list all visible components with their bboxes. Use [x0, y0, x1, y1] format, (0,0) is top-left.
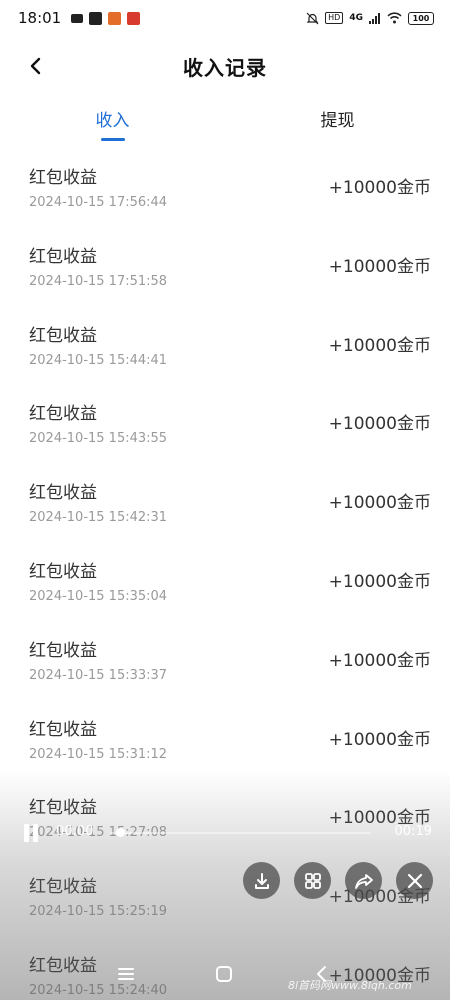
status-notification-icons: [71, 11, 141, 25]
share-button[interactable]: [345, 862, 382, 899]
income-record-row: 红包收益 2024-10-15 15:31:12 +10000金币: [0, 705, 450, 784]
home-button[interactable]: [210, 960, 238, 988]
close-icon: [407, 873, 422, 888]
network-type: 4G: [349, 13, 363, 23]
record-amount: +10000金币: [328, 335, 431, 356]
record-time: 2024-10-15 17:51:58: [29, 273, 168, 289]
status-time: 18:01: [18, 9, 62, 27]
record-time: 2024-10-15 15:43:55: [29, 431, 168, 447]
grid-button[interactable]: [294, 862, 331, 899]
app-notification-icon: [108, 11, 122, 25]
record-time: 2024-10-15 15:33:37: [29, 667, 168, 683]
progress-track[interactable]: [110, 832, 370, 834]
record-title: 红包收益: [29, 798, 97, 819]
download-icon: [254, 872, 269, 889]
record-amount: +10000金币: [328, 493, 431, 514]
record-time: 2024-10-15 17:56:44: [29, 195, 168, 210]
record-title: 红包收益: [29, 246, 97, 267]
recent-apps-button[interactable]: [112, 960, 140, 988]
status-system-icons: HD 4G 100: [306, 11, 434, 25]
progress-knob[interactable]: [116, 828, 125, 837]
record-title: 红包收益: [29, 483, 97, 504]
income-record-row: 红包收益 2024-10-15 17:56:44 +10000金币: [0, 153, 450, 232]
record-time: 2024-10-15 15:35:04: [29, 588, 168, 604]
tab-withdraw[interactable]: 提现: [225, 104, 450, 148]
pause-button[interactable]: [22, 822, 40, 844]
income-record-row: 红包收益 2024-10-15 15:44:41 +10000金币: [0, 311, 450, 390]
page-header: 收入记录: [0, 44, 450, 88]
current-time: 00:00: [56, 824, 94, 839]
battery-icon: 100: [408, 11, 434, 25]
income-record-row: 红包收益 2024-10-15 15:35:04 +10000金币: [0, 547, 450, 626]
income-record-row: 红包收益 2024-10-15 15:33:37 +10000金币: [0, 626, 450, 705]
status-bar: 18:01 HD 4G 100: [0, 0, 450, 36]
record-title: 红包收益: [29, 325, 97, 346]
player-actions: [243, 862, 433, 899]
income-record-row: 红包收益 2024-10-15 17:51:58 +10000金币: [0, 232, 450, 311]
record-amount: +10000金币: [328, 729, 431, 750]
tab-bar: 收入 提现: [0, 104, 450, 148]
signal-icon: [369, 12, 380, 24]
tab-label: 提现: [320, 111, 355, 131]
record-amount: +10000金币: [328, 571, 431, 592]
chevron-left-icon: [30, 57, 41, 75]
tab-label: 收入: [95, 111, 130, 131]
video-camera-icon: [71, 13, 84, 23]
share-icon: [354, 873, 373, 889]
home-square-icon: [216, 966, 232, 982]
grid-icon: [304, 872, 321, 889]
record-time: 2024-10-15 15:42:31: [29, 510, 168, 526]
app-notification-icon: [127, 11, 141, 25]
menu-icon: [118, 968, 134, 980]
active-tab-indicator: [100, 138, 125, 141]
app-notification-icon: [89, 11, 103, 25]
record-title: 红包收益: [29, 561, 97, 582]
record-title: 红包收益: [29, 168, 97, 188]
mute-bell-icon: [306, 12, 319, 24]
record-title: 红包收益: [29, 640, 97, 661]
record-time: 2024-10-15 15:44:41: [29, 352, 168, 368]
total-time: 00:19: [394, 824, 432, 839]
record-time: 2024-10-15 15:31:12: [29, 746, 168, 762]
record-title: 红包收益: [29, 404, 97, 425]
record-title: 红包收益: [29, 877, 97, 898]
record-amount: +10000金币: [328, 256, 431, 277]
hd-badge: HD: [325, 12, 344, 24]
record-amount: +10000金币: [328, 178, 431, 198]
close-button[interactable]: [396, 862, 433, 899]
back-button[interactable]: [22, 52, 50, 80]
player-controls: 00:00 00:19: [18, 822, 434, 844]
page-title: 收入记录: [183, 55, 267, 80]
tab-income[interactable]: 收入: [0, 104, 225, 148]
record-amount: +10000金币: [328, 650, 431, 671]
watermark: 8l首码网www.8lqh.com: [288, 979, 412, 992]
record-time: 2024-10-15 15:25:19: [29, 904, 168, 920]
wifi-icon: [387, 12, 402, 24]
download-button[interactable]: [243, 862, 280, 899]
record-title: 红包收益: [29, 719, 97, 740]
income-record-row: 红包收益 2024-10-15 15:42:31 +10000金币: [0, 468, 450, 547]
income-record-row: 红包收益 2024-10-15 15:43:55 +10000金币: [0, 389, 450, 468]
record-amount: +10000金币: [328, 414, 431, 435]
